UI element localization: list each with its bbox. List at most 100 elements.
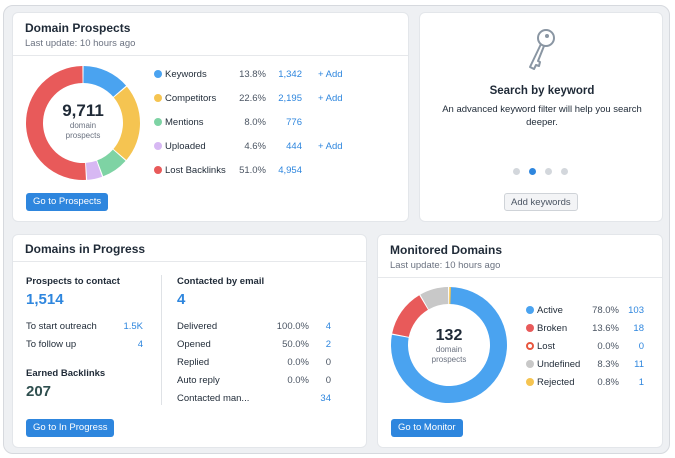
legend-value-link[interactable]: 18 xyxy=(622,323,644,334)
search-by-keyword-card: Search by keyword An advanced keyword fi… xyxy=(419,12,663,222)
legend-item-lost: Lost 0.0% 0 xyxy=(526,339,656,353)
go-to-prospects-button[interactable]: Go to Prospects xyxy=(26,193,109,211)
contacted-by-email-value[interactable]: 4 xyxy=(177,291,185,308)
legend-dot xyxy=(526,360,534,368)
legend-value-link[interactable]: 1,342 xyxy=(266,69,302,80)
legend-item-broken: Broken 13.6% 18 xyxy=(526,321,656,335)
email-stat-percent: 0.0% xyxy=(287,375,309,386)
legend-label: Broken xyxy=(537,322,568,334)
legend-dot xyxy=(154,142,162,150)
legend-percent: 78.0% xyxy=(592,304,619,316)
email-stat-label: Delivered xyxy=(177,321,218,332)
legend-percent: 0.8% xyxy=(597,376,619,388)
legend-dot xyxy=(154,166,162,174)
email-stat-value[interactable]: 34 xyxy=(313,393,331,404)
email-stat-percent: 0.0% xyxy=(287,357,309,368)
legend-dot xyxy=(526,324,534,332)
monitored-total-label: domain xyxy=(435,345,463,354)
contacted-by-email-label: Contacted by email xyxy=(177,276,265,287)
legend-label: Active xyxy=(537,304,563,316)
prospects-total-label: domain xyxy=(69,121,97,130)
email-stat-value: 0 xyxy=(325,375,331,386)
prospects-to-contact-label: Prospects to contact xyxy=(26,276,120,287)
legend-value-link[interactable]: 11 xyxy=(622,359,644,370)
earned-backlinks-value: 207 xyxy=(26,383,52,400)
search-description: deeper. xyxy=(526,117,558,128)
legend-percent: 13.6% xyxy=(592,322,619,334)
card-header: Domain Prospects Last update: 10 hours a… xyxy=(13,13,408,56)
legend-value-link[interactable]: 776 xyxy=(266,117,302,128)
email-stat-percent: 50.0% xyxy=(282,339,309,350)
legend-percent: 8.0% xyxy=(244,116,266,128)
monitored-domains-card: Monitored Domains Last update: 10 hours … xyxy=(377,234,663,448)
legend-item-mentions: Mentions 8.0% 776 xyxy=(154,115,404,129)
legend-percent: 8.3% xyxy=(597,358,619,370)
go-to-in-progress-button[interactable]: Go to In Progress xyxy=(26,419,115,437)
email-stat-label: Contacted man... xyxy=(177,393,250,404)
follow-up-row-value[interactable]: 4 xyxy=(113,339,143,350)
legend-item-active: Active 78.0% 103 xyxy=(526,303,656,317)
legend-percent: 0.0% xyxy=(597,340,619,352)
legend-value-link[interactable]: 0 xyxy=(622,341,644,352)
go-to-monitor-button[interactable]: Go to Monitor xyxy=(391,419,463,437)
legend-label: Competitors xyxy=(165,92,217,104)
prospects-total: 9,711 domain prospects xyxy=(53,101,113,141)
email-stat-value[interactable]: 4 xyxy=(313,321,331,332)
card-header: Monitored Domains Last update: 10 hours … xyxy=(378,235,662,278)
carousel-dot[interactable] xyxy=(561,168,568,175)
add-competitors-link[interactable]: + Add xyxy=(318,93,343,104)
key-icon xyxy=(529,29,555,70)
email-stat-label: Replied xyxy=(177,357,210,368)
add-keywords-button[interactable]: Add keywords xyxy=(504,193,578,211)
add-uploaded-link[interactable]: + Add xyxy=(318,141,343,152)
legend-label: Lost Backlinks xyxy=(165,164,226,176)
carousel-dot[interactable] xyxy=(545,168,552,175)
legend-value-link[interactable]: 2,195 xyxy=(266,93,302,104)
carousel-dot[interactable] xyxy=(513,168,520,175)
donut-segment-keywords xyxy=(83,66,127,97)
email-stat-label: Auto reply xyxy=(177,375,220,386)
follow-up-row-label: To follow up xyxy=(26,339,77,350)
domains-in-progress-card: Domains in Progress Prospects to contact… xyxy=(12,234,367,448)
donut-segment-competitors xyxy=(113,86,140,160)
outreach-row-label: To start outreach xyxy=(26,321,97,332)
legend-value-link[interactable]: 1 xyxy=(622,377,644,388)
card-subtitle: Last update: 10 hours ago xyxy=(25,38,136,49)
card-header: Domains in Progress xyxy=(13,235,366,262)
monitored-total: 132 domain prospects xyxy=(419,327,479,365)
domain-prospects-card: Domain Prospects Last update: 10 hours a… xyxy=(12,12,409,222)
search-description: An advanced keyword filter will help you… xyxy=(442,104,642,115)
legend-dot xyxy=(154,118,162,126)
legend-percent: 22.6% xyxy=(239,92,266,104)
add-keywords-link[interactable]: + Add xyxy=(318,69,343,80)
legend-dot xyxy=(154,94,162,102)
legend-label: Rejected xyxy=(537,376,575,388)
legend-item-lost-backlinks: Lost Backlinks 51.0% 4,954 xyxy=(154,163,404,177)
legend-dot xyxy=(526,306,534,314)
legend-label: Mentions xyxy=(165,116,204,128)
legend-item-undefined: Undefined 8.3% 11 xyxy=(526,357,656,371)
monitored-total-value: 132 xyxy=(435,327,463,344)
legend-percent: 51.0% xyxy=(239,164,266,176)
carousel-dot-active[interactable] xyxy=(529,168,536,175)
legend-label: Keywords xyxy=(165,68,207,80)
email-stat-value[interactable]: 2 xyxy=(313,339,331,350)
legend-value-link[interactable]: 4,954 xyxy=(266,165,302,176)
legend-value-link[interactable]: 444 xyxy=(266,141,302,152)
legend-label: Undefined xyxy=(537,358,581,370)
outreach-row-value[interactable]: 1.5K xyxy=(113,321,143,332)
email-stat-value: 0 xyxy=(325,357,331,368)
card-title: Monitored Domains xyxy=(390,243,503,257)
legend-percent: 13.8% xyxy=(239,68,266,80)
legend-item-uploaded: Uploaded 4.6% 444 + Add xyxy=(154,139,404,153)
carousel-dots xyxy=(513,168,573,176)
legend-value-link[interactable]: 103 xyxy=(622,305,644,316)
legend-dot xyxy=(526,378,534,386)
card-subtitle: Last update: 10 hours ago xyxy=(390,260,501,271)
prospects-to-contact-value[interactable]: 1,514 xyxy=(26,291,64,308)
legend-dot xyxy=(526,342,534,350)
legend-item-competitors: Competitors 22.6% 2,195 + Add xyxy=(154,91,404,105)
vertical-divider xyxy=(161,275,162,405)
legend-item-keywords: Keywords 13.8% 1,342 + Add xyxy=(154,67,404,81)
legend-percent: 4.6% xyxy=(244,140,266,152)
